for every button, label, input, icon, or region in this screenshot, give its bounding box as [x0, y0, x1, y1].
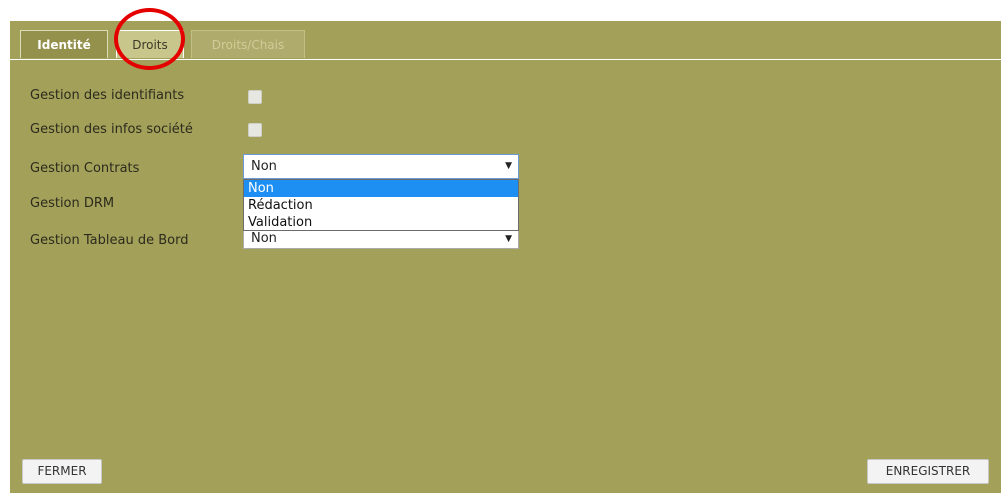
tab-droits[interactable]: Droits	[116, 30, 184, 58]
fermer-button[interactable]: FERMER	[22, 459, 102, 484]
tableau-de-bord-select-value: Non	[251, 231, 277, 246]
tab-identite[interactable]: Identité	[20, 30, 108, 58]
dropdown-option-non[interactable]: Non	[244, 180, 518, 197]
identifiants-label: Gestion des identifiants	[30, 88, 185, 103]
dropdown-option-redaction[interactable]: Rédaction	[244, 197, 518, 214]
tab-strip: Identité Droits Droits/Chais	[10, 21, 1001, 60]
chevron-down-icon: ▼	[505, 234, 512, 244]
infos-societe-checkbox[interactable]	[248, 123, 262, 137]
tableau-de-bord-select[interactable]: Non ▼	[243, 229, 519, 249]
contrats-dropdown-list: Non Rédaction Validation	[243, 179, 519, 231]
contrats-label: Gestion Contrats	[30, 161, 140, 176]
contrats-select-value: Non	[251, 159, 277, 174]
drm-label: Gestion DRM	[30, 196, 115, 211]
enregistrer-button[interactable]: ENREGISTRER	[867, 459, 989, 484]
identifiants-checkbox[interactable]	[248, 90, 262, 104]
dropdown-option-validation[interactable]: Validation	[244, 214, 518, 231]
contrats-select[interactable]: Non ▼	[243, 154, 519, 179]
infos-societe-label: Gestion des infos société	[30, 122, 193, 137]
chevron-down-icon: ▼	[505, 161, 512, 171]
tab-droits-chais[interactable]: Droits/Chais	[191, 30, 305, 58]
tableau-de-bord-label: Gestion Tableau de Bord	[30, 233, 189, 248]
